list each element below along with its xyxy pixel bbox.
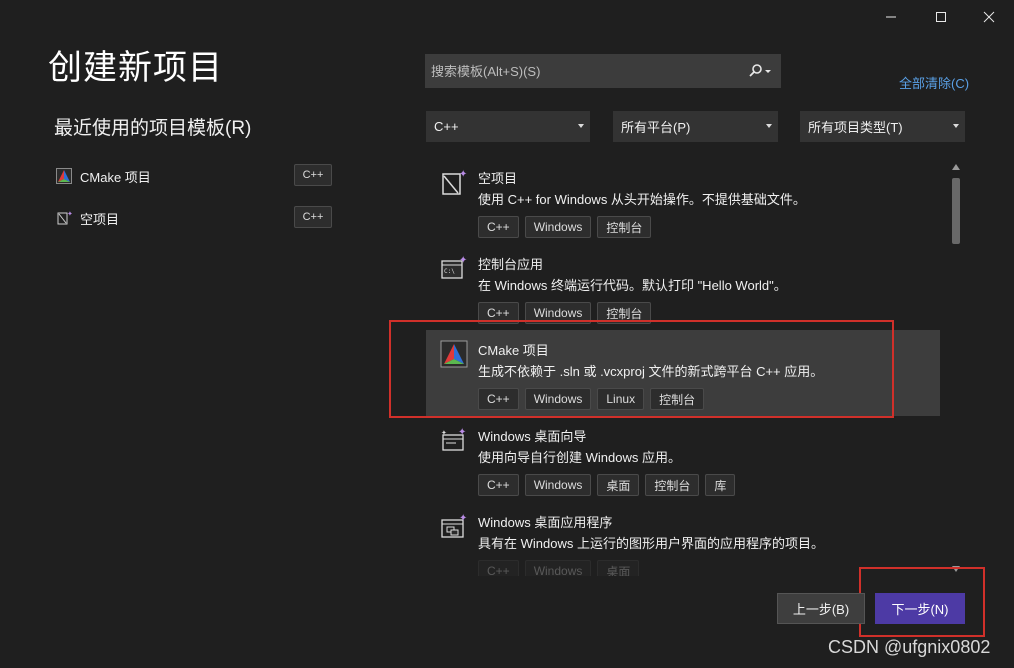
recent-templates-heading: 最近使用的项目模板(R) (54, 118, 252, 139)
template-tag: 控制台 (597, 302, 652, 324)
project-type-filter-value: 所有项目类型(T) (808, 120, 903, 135)
chevron-down-icon (953, 124, 959, 128)
recent-item-empty-project[interactable]: ✦ 空项目 C++ (56, 206, 336, 230)
minimize-button[interactable] (868, 6, 914, 28)
template-tag: Linux (597, 388, 645, 410)
back-button[interactable]: 上一步(B) (777, 593, 865, 624)
svg-text:✦: ✦ (441, 429, 447, 437)
recent-item-lang-badge: C++ (294, 164, 332, 186)
search-box[interactable] (425, 54, 781, 88)
template-tag: 桌面 (597, 560, 640, 576)
template-title: Windows 桌面向导 (478, 429, 587, 444)
chevron-down-icon (578, 124, 584, 128)
cmake-icon (56, 168, 72, 184)
template-tag: C++ (478, 388, 519, 410)
template-description: 使用向导自行创建 Windows 应用。 (478, 450, 681, 465)
template-tag: C++ (478, 302, 519, 324)
close-button[interactable] (966, 6, 1012, 28)
template-tag: 控制台 (597, 216, 652, 238)
page-title: 创建新项目 (48, 49, 223, 87)
svg-text:✦: ✦ (459, 513, 467, 524)
scroll-up-arrow-icon[interactable] (952, 164, 960, 170)
template-title: 空项目 (478, 171, 518, 186)
template-tag: Windows (524, 560, 592, 576)
template-tag: 桌面 (597, 474, 640, 496)
template-empty-project[interactable]: ✦ 空项目 使用 C++ for Windows 从头开始操作。不提供基础文件。… (426, 158, 940, 244)
template-tag: C++ (478, 560, 519, 576)
template-tag: C++ (478, 216, 519, 238)
template-tag: 控制台 (650, 388, 705, 410)
template-tag: Windows (524, 388, 592, 410)
template-cmake-project[interactable]: CMake 项目 生成不依赖于 .sln 或 .vcxproj 文件的新式跨平台… (426, 330, 940, 416)
console-app-icon: C:\ ✦ (440, 254, 468, 282)
empty-project-icon: ✦ (440, 168, 468, 196)
desktop-app-icon: ✦ (440, 512, 468, 540)
search-input[interactable] (426, 62, 733, 80)
recent-item-label: 空项目 (80, 211, 120, 227)
template-list[interactable]: ✦ 空项目 使用 C++ for Windows 从头开始操作。不提供基础文件。… (426, 158, 940, 576)
template-title: 控制台应用 (478, 257, 544, 272)
svg-text:✦: ✦ (459, 255, 467, 266)
template-desktop-app[interactable]: ✦ Windows 桌面应用程序 具有在 Windows 上运行的图形用户界面的… (426, 502, 940, 576)
platform-filter-dropdown[interactable]: 所有平台(P) (613, 111, 778, 142)
template-console-app[interactable]: C:\ ✦ 控制台应用 在 Windows 终端运行代码。默认打印 "Hello … (426, 244, 940, 330)
next-button[interactable]: 下一步(N) (875, 593, 965, 624)
close-icon (983, 11, 995, 23)
template-list-scrollbar[interactable] (948, 160, 964, 578)
recent-item-label: CMake 项目 (80, 169, 151, 185)
svg-text:✦: ✦ (459, 169, 467, 180)
desktop-wizard-icon: ✦ ✦ (440, 426, 468, 454)
scroll-thumb[interactable] (952, 178, 960, 244)
recent-item-cmake[interactable]: CMake 项目 C++ (56, 164, 336, 188)
minimize-icon (886, 16, 896, 18)
template-tag: Windows (524, 216, 592, 238)
project-type-filter-dropdown[interactable]: 所有项目类型(T) (800, 111, 965, 142)
template-tag: Windows (524, 474, 592, 496)
maximize-icon (936, 12, 946, 22)
empty-project-icon: ✦ (56, 210, 72, 226)
recent-item-lang-badge: C++ (294, 206, 332, 228)
watermark-text: CSDN @ufgnix0802 (828, 637, 991, 657)
cmake-icon (440, 340, 468, 368)
template-tag: 控制台 (645, 474, 700, 496)
search-icon[interactable] (748, 63, 772, 79)
platform-filter-value: 所有平台(P) (621, 120, 691, 135)
clear-all-link[interactable]: 全部清除(C) (899, 73, 969, 92)
svg-text:✦: ✦ (458, 427, 466, 438)
template-tag: Windows (524, 302, 592, 324)
template-description: 使用 C++ for Windows 从头开始操作。不提供基础文件。 (478, 192, 806, 207)
svg-text:✦: ✦ (67, 210, 72, 218)
template-title: Windows 桌面应用程序 (478, 515, 613, 530)
scroll-down-arrow-icon[interactable] (952, 566, 960, 572)
svg-text:C:\: C:\ (444, 268, 455, 275)
chevron-down-icon (766, 124, 772, 128)
template-desktop-wizard[interactable]: ✦ ✦ Windows 桌面向导 使用向导自行创建 Windows 应用。 C++… (426, 416, 940, 502)
template-description: 生成不依赖于 .sln 或 .vcxproj 文件的新式跨平台 C++ 应用。 (478, 364, 824, 379)
template-tag: C++ (478, 474, 519, 496)
language-filter-value: C++ (434, 119, 459, 134)
template-tag: 库 (705, 474, 736, 496)
template-title: CMake 项目 (478, 343, 549, 358)
language-filter-dropdown[interactable]: C++ (426, 111, 590, 142)
template-description: 具有在 Windows 上运行的图形用户界面的应用程序的项目。 (478, 536, 824, 551)
maximize-button[interactable] (918, 6, 964, 28)
template-description: 在 Windows 终端运行代码。默认打印 "Hello World"。 (478, 278, 787, 293)
